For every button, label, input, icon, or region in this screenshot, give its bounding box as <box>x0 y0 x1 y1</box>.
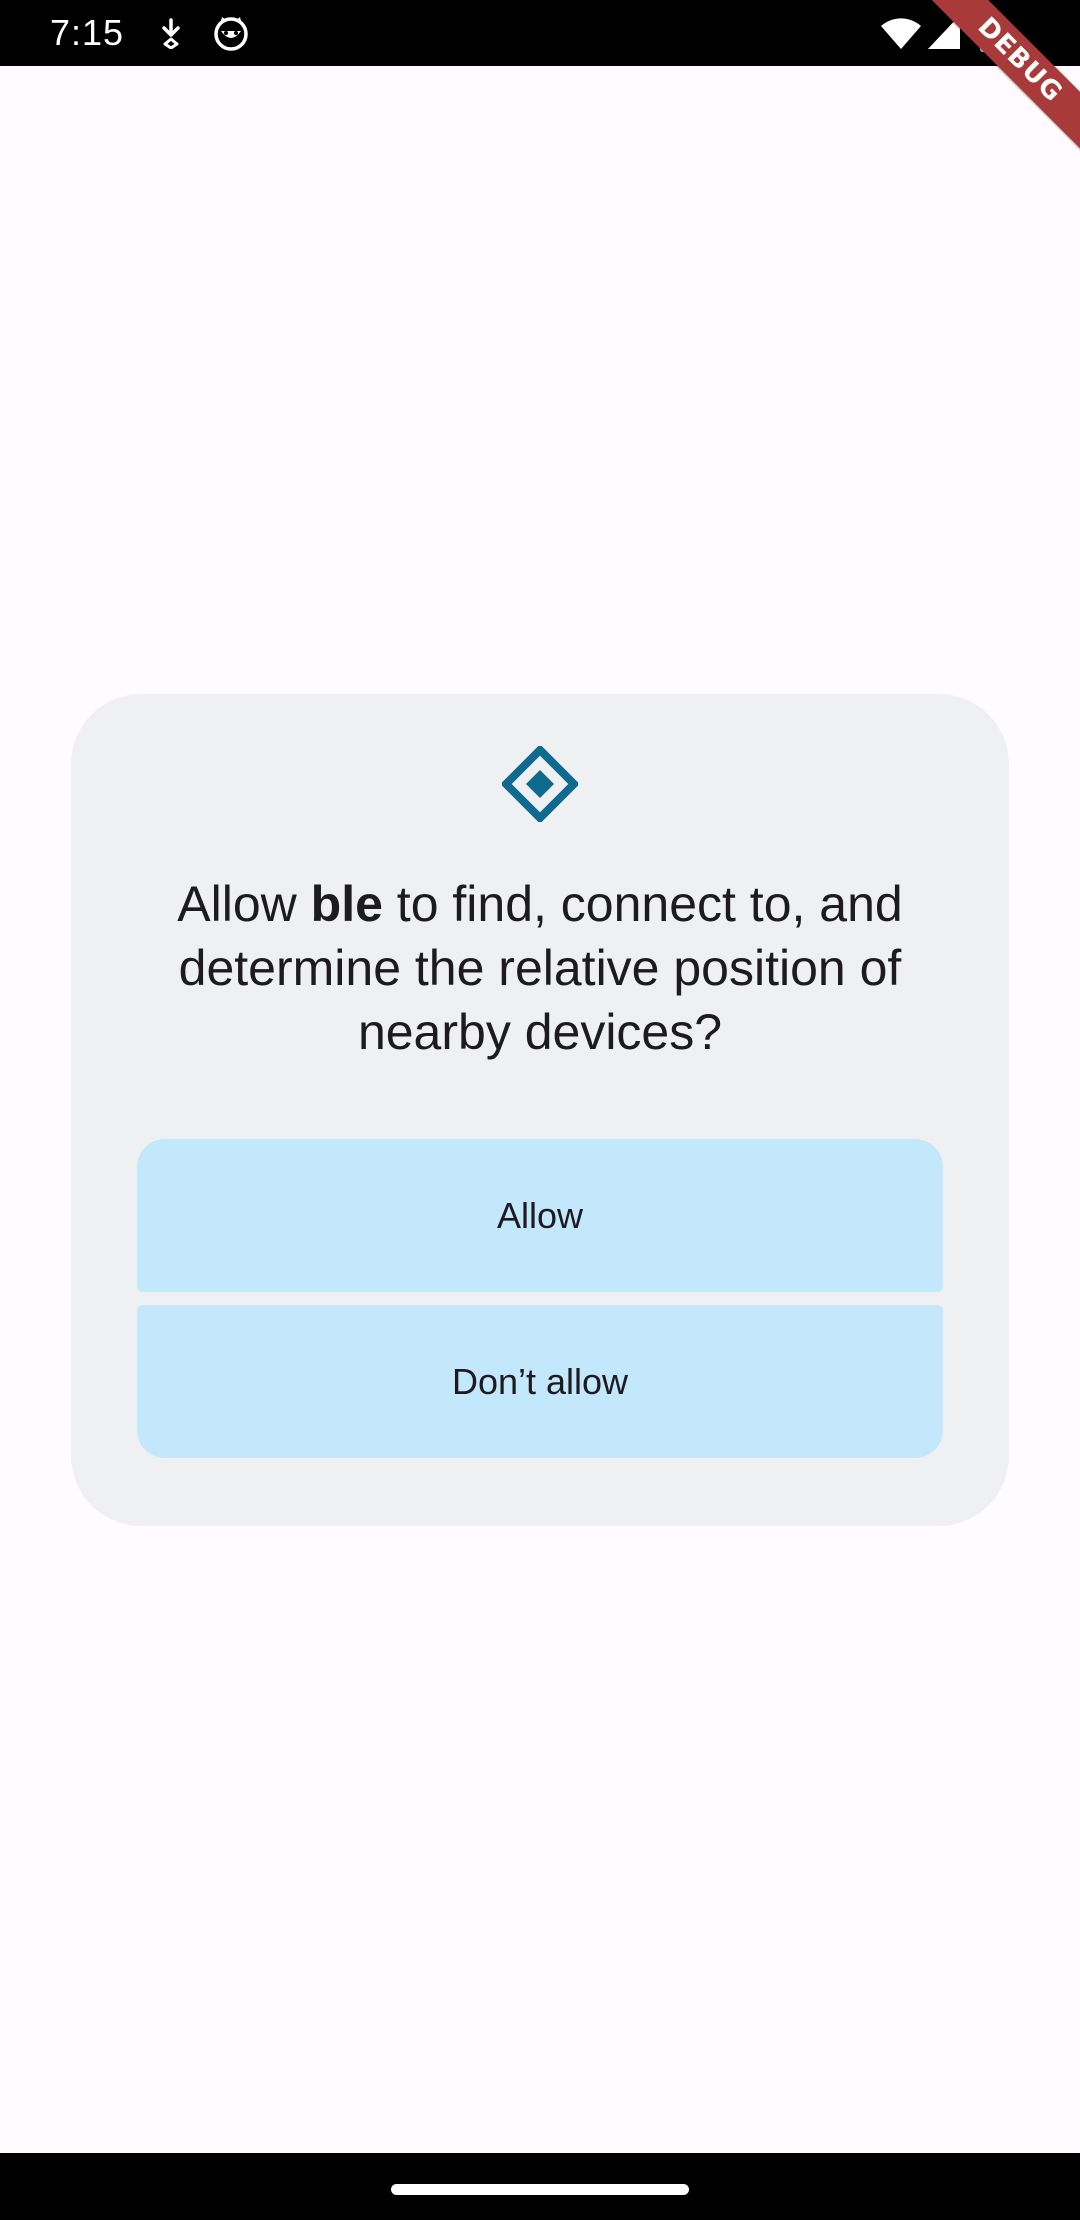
status-bar: 7:15 <box>0 0 1080 66</box>
title-prefix: Allow <box>177 876 311 932</box>
dialog-title: Allow ble to find, connect to, and deter… <box>111 872 969 1064</box>
app-name: ble <box>310 876 383 932</box>
status-time: 7:15 <box>50 12 125 53</box>
wifi-icon <box>881 18 921 49</box>
cellular-signal-icon <box>928 15 960 49</box>
battery-icon <box>980 12 1002 52</box>
navigation-bar <box>0 2153 1080 2220</box>
download-icon <box>162 18 180 49</box>
allow-button[interactable]: Allow <box>137 1139 943 1292</box>
home-gesture-handle[interactable] <box>391 2184 689 2195</box>
dont-allow-button[interactable]: Don’t allow <box>137 1305 943 1458</box>
cat-face-icon <box>214 17 248 51</box>
nearby-devices-icon <box>502 746 578 822</box>
permission-dialog: Allow ble to find, connect to, and deter… <box>71 694 1009 1526</box>
